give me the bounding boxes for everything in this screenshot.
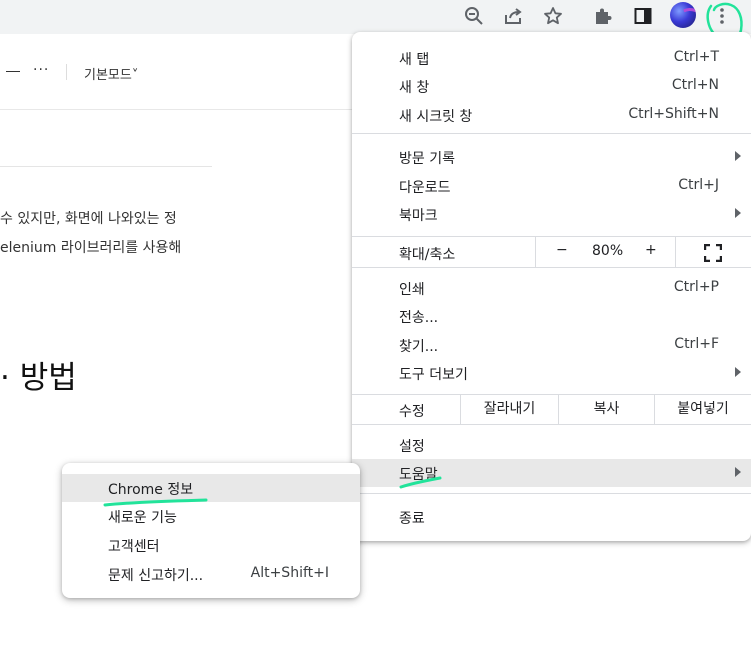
menu-item-shortcut: Ctrl+N xyxy=(671,77,719,93)
menu-separator xyxy=(352,424,751,425)
menu-edit-row: 수정 잘라내기 복사 붙여넣기 xyxy=(352,394,751,424)
menu-item-label: 도움말 xyxy=(399,467,438,483)
kebab-menu-icon[interactable] xyxy=(709,3,735,29)
edit-label: 수정 xyxy=(399,404,425,420)
profile-avatar[interactable] xyxy=(670,2,696,28)
address-bar[interactable] xyxy=(0,0,578,32)
zoom-label: 확대/축소 xyxy=(399,247,456,263)
content-divider xyxy=(0,166,212,167)
menu-item-find[interactable]: 찾기... Ctrl+F xyxy=(352,331,751,359)
submenu-item-report-issue[interactable]: 문제 신고하기... Alt+Shift+I xyxy=(62,560,360,588)
submenu-arrow-icon xyxy=(735,467,741,477)
submenu-item-label: Chrome 정보 xyxy=(108,482,194,498)
submenu-arrow-icon xyxy=(735,208,741,218)
menu-item-shortcut: Ctrl+P xyxy=(673,279,719,295)
menu-item-shortcut: Ctrl+Shift+N xyxy=(628,106,719,122)
menu-zoom-row: 확대/축소 − 80% + xyxy=(352,237,751,267)
menu-item-label: 종료 xyxy=(399,511,425,527)
cut-button[interactable]: 잘라내기 xyxy=(460,394,558,424)
fullscreen-icon xyxy=(704,244,722,262)
share-icon[interactable] xyxy=(500,3,526,29)
view-mode-dropdown[interactable]: 기본모드˅ xyxy=(84,64,138,83)
zoom-controls: − 80% + xyxy=(535,237,751,267)
more-options-icon[interactable]: ··· xyxy=(33,62,49,78)
menu-item-new-window[interactable]: 새 창 Ctrl+N xyxy=(352,72,751,100)
zoom-out-icon[interactable] xyxy=(461,3,487,29)
menu-item-bookmarks[interactable]: 북마크 xyxy=(352,200,751,228)
submenu-arrow-icon xyxy=(735,151,741,161)
menu-item-label: 찾기... xyxy=(399,339,439,355)
menu-item-label: 새 창 xyxy=(399,80,430,96)
menu-item-label: 다운로드 xyxy=(399,180,451,196)
menu-item-downloads[interactable]: 다운로드 Ctrl+J xyxy=(352,172,751,200)
paragraph-line: elenium 라이브러리를 사용해 xyxy=(0,240,182,256)
menu-item-settings[interactable]: 설정 xyxy=(352,431,751,459)
side-panel-icon[interactable] xyxy=(630,3,656,29)
menu-separator xyxy=(352,133,751,134)
submenu-item-whats-new[interactable]: 새로운 기능 xyxy=(62,502,360,530)
submenu-item-help-center[interactable]: 고객센터 xyxy=(62,531,360,559)
bookmark-star-icon[interactable] xyxy=(540,3,566,29)
submenu-arrow-icon xyxy=(735,367,741,377)
submenu-item-label: 새로운 기능 xyxy=(108,510,177,526)
menu-item-cast[interactable]: 전송... xyxy=(352,302,751,330)
menu-item-label: 북마크 xyxy=(399,208,438,224)
menu-item-shortcut: Ctrl+F xyxy=(674,336,719,352)
minimize-icon[interactable] xyxy=(6,71,20,72)
zoom-out-button[interactable]: − xyxy=(556,242,568,258)
extensions-puzzle-icon[interactable] xyxy=(590,3,616,29)
menu-item-incognito[interactable]: 새 시크릿 창 Ctrl+Shift+N xyxy=(352,101,751,129)
zoom-in-button[interactable]: + xyxy=(645,242,657,258)
paste-button[interactable]: 붙여넣기 xyxy=(654,394,751,424)
submenu-item-label: 고객센터 xyxy=(108,539,160,555)
fullscreen-button[interactable] xyxy=(675,237,751,267)
menu-item-print[interactable]: 인쇄 Ctrl+P xyxy=(352,274,751,302)
menu-item-help[interactable]: 도움말 xyxy=(352,459,751,487)
browser-toolbar xyxy=(0,0,751,42)
menu-item-new-tab[interactable]: 새 탭 Ctrl+T xyxy=(352,44,751,72)
paragraph-line: 수 있지만, 화면에 나와있는 정 xyxy=(0,211,177,227)
submenu-item-label: 문제 신고하기... xyxy=(108,568,204,584)
section-heading: · 방법 xyxy=(0,360,77,396)
menu-item-label: 전송... xyxy=(399,310,439,326)
menu-item-shortcut: Ctrl+T xyxy=(673,49,719,65)
help-submenu: Chrome 정보 새로운 기능 고객센터 문제 신고하기... Alt+Shi… xyxy=(62,463,360,598)
menu-item-label: 방문 기록 xyxy=(399,151,455,167)
copy-button[interactable]: 복사 xyxy=(558,394,654,424)
chrome-main-menu: 새 탭 Ctrl+T 새 창 Ctrl+N 새 시크릿 창 Ctrl+Shift… xyxy=(352,32,751,541)
menu-item-label: 설정 xyxy=(399,439,425,455)
menu-item-exit[interactable]: 종료 xyxy=(352,503,751,531)
menu-item-history[interactable]: 방문 기록 xyxy=(352,143,751,171)
submenu-item-about-chrome[interactable]: Chrome 정보 xyxy=(62,474,360,502)
menu-separator xyxy=(352,267,751,268)
menu-item-label: 새 탭 xyxy=(399,52,430,68)
menu-item-shortcut: Ctrl+J xyxy=(678,177,719,193)
header-divider xyxy=(66,64,67,80)
menu-item-label: 새 시크릿 창 xyxy=(399,109,473,125)
menu-item-label: 인쇄 xyxy=(399,282,425,298)
menu-item-more-tools[interactable]: 도구 더보기 xyxy=(352,359,751,387)
zoom-value: 80% xyxy=(592,243,624,259)
menu-item-label: 도구 더보기 xyxy=(399,367,468,383)
menu-separator xyxy=(352,493,751,494)
submenu-item-shortcut: Alt+Shift+I xyxy=(250,565,329,581)
